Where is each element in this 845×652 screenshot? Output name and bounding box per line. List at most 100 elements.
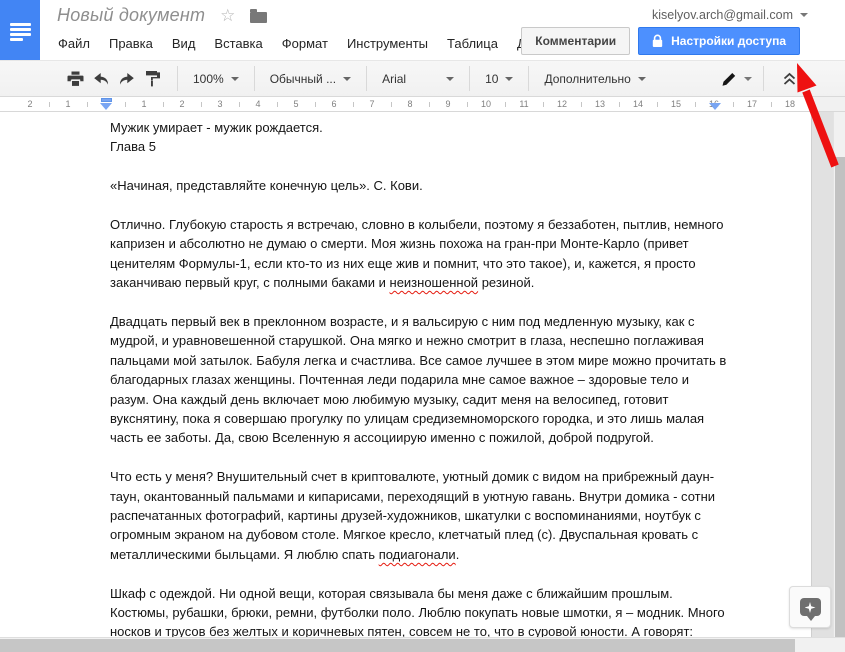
logo-line-icon xyxy=(10,38,23,41)
undo-button[interactable] xyxy=(88,67,114,91)
font-size-select[interactable]: 10 xyxy=(481,72,517,86)
ruler-tick xyxy=(87,102,88,107)
empty-line[interactable] xyxy=(110,293,730,312)
ruler-tick xyxy=(239,102,240,107)
document-page[interactable]: Мужик умирает - мужик рождается.Глава 5 «… xyxy=(0,112,812,652)
font-family-value: Arial xyxy=(382,72,406,86)
document-canvas: Мужик умирает - мужик рождается.Глава 5 «… xyxy=(0,112,845,652)
vertical-scrollbar-thumb[interactable] xyxy=(835,157,845,637)
menu-item-2[interactable]: Правка xyxy=(109,36,153,51)
misspelled-word[interactable]: подиагонали xyxy=(379,547,456,562)
horizontal-scrollbar[interactable] xyxy=(0,637,845,652)
menu-item-4[interactable]: Вставка xyxy=(214,36,262,51)
toolbar: 100% Обычный ... Arial 10 Дополнительно xyxy=(0,60,845,97)
ruler-number: 2 xyxy=(27,99,32,109)
menu-item-5[interactable]: Формат xyxy=(282,36,328,51)
undo-icon xyxy=(92,72,110,86)
ruler-tick xyxy=(543,102,544,107)
document-text[interactable]: Мужик умирает - мужик рождается.Глава 5 «… xyxy=(110,118,730,652)
ruler-tick xyxy=(695,102,696,107)
menu-item-1[interactable]: Файл xyxy=(58,36,90,51)
account-menu[interactable]: kiselyov.arch@gmail.com xyxy=(652,8,808,22)
chevron-down-icon xyxy=(446,77,454,81)
ruler-number: 11 xyxy=(519,99,528,109)
star-icon[interactable]: ☆ xyxy=(220,7,235,24)
paragraph-style-select[interactable]: Обычный ... xyxy=(266,72,355,86)
ruler-number: 6 xyxy=(331,99,336,109)
zoom-value: 100% xyxy=(193,72,224,86)
menu-item-3[interactable]: Вид xyxy=(172,36,196,51)
empty-line[interactable] xyxy=(110,157,730,176)
four-point-star-icon xyxy=(805,602,816,613)
ruler-number: 10 xyxy=(481,99,491,109)
paragraph[interactable]: «Начиная, представляйте конечную цель». … xyxy=(110,176,730,195)
print-icon xyxy=(67,71,84,87)
menu-item-7[interactable]: Таблица xyxy=(447,36,498,51)
ruler-number: 2 xyxy=(179,99,184,109)
empty-line[interactable] xyxy=(110,196,730,215)
ruler-number: 14 xyxy=(633,99,643,109)
misspelled-word[interactable]: неизношенной xyxy=(390,275,479,290)
ruler-number: 1 xyxy=(141,99,146,109)
empty-line[interactable] xyxy=(110,448,730,467)
paragraph[interactable]: Глава 5 xyxy=(110,137,730,156)
toolbar-separator xyxy=(366,66,367,91)
redo-button[interactable] xyxy=(114,67,140,91)
ruler-tick xyxy=(619,102,620,107)
lock-icon xyxy=(652,34,663,48)
ruler-tick xyxy=(49,102,50,107)
left-indent-marker[interactable] xyxy=(100,103,112,110)
ruler-tick xyxy=(391,102,392,107)
more-options-label: Дополнительно xyxy=(544,72,630,86)
more-options-dropdown[interactable]: Дополнительно xyxy=(540,72,649,86)
font-size-value: 10 xyxy=(485,72,498,86)
ruler-number: 17 xyxy=(747,99,757,109)
paragraph[interactable]: Что есть у меня? Внушительный счет в кри… xyxy=(110,467,730,564)
explore-button[interactable] xyxy=(789,586,831,628)
right-indent-marker[interactable] xyxy=(709,103,721,110)
ruler-tick xyxy=(467,102,468,107)
paragraph[interactable]: Мужик умирает - мужик рождается. xyxy=(110,118,730,137)
font-family-select[interactable]: Arial xyxy=(378,72,458,86)
chevron-down-icon xyxy=(638,77,646,81)
logo-line-icon xyxy=(10,33,31,36)
paragraph[interactable]: Отлично. Глубокую старость я встречаю, с… xyxy=(110,215,730,293)
horizontal-scrollbar-thumb[interactable] xyxy=(0,639,795,652)
empty-line[interactable] xyxy=(110,564,730,583)
share-button[interactable]: Настройки доступа xyxy=(638,27,800,55)
paragraph-style-value: Обычный ... xyxy=(270,72,336,86)
google-docs-window: { "header": { "title": "Новый документ",… xyxy=(0,0,845,652)
chevron-down-icon xyxy=(343,77,351,81)
paint-format-button[interactable] xyxy=(140,67,166,91)
ruler-number: 8 xyxy=(407,99,412,109)
print-button[interactable] xyxy=(62,67,88,91)
editing-mode-button[interactable] xyxy=(721,71,752,87)
ruler-number: 13 xyxy=(595,99,605,109)
first-line-indent-marker[interactable] xyxy=(101,98,112,102)
collapse-toolbar-button[interactable] xyxy=(775,66,803,92)
vertical-scrollbar[interactable] xyxy=(833,112,845,638)
menu-item-6[interactable]: Инструменты xyxy=(347,36,428,51)
chevron-down-icon xyxy=(505,77,513,81)
paragraph[interactable]: Двадцать первый век в преклонном возраст… xyxy=(110,312,730,448)
logo-line-icon xyxy=(10,23,31,26)
zoom-select[interactable]: 100% xyxy=(189,72,243,86)
redo-icon xyxy=(118,72,136,86)
docs-home-logo[interactable] xyxy=(0,0,40,60)
ruler-number: 18 xyxy=(785,99,795,109)
share-button-label: Настройки доступа xyxy=(671,34,786,48)
ruler-tick xyxy=(505,102,506,107)
toolbar-separator xyxy=(177,66,178,91)
ruler-number: 1 xyxy=(65,99,70,109)
ruler-number: 3 xyxy=(217,99,222,109)
logo-line-icon xyxy=(10,28,31,31)
ruler-tick xyxy=(353,102,354,107)
ruler-number: 9 xyxy=(445,99,450,109)
header-buttons: Комментарии Настройки доступа xyxy=(521,27,800,55)
folder-icon[interactable] xyxy=(250,12,267,23)
comments-button[interactable]: Комментарии xyxy=(521,27,630,55)
ruler-tick xyxy=(277,102,278,107)
ruler: 21123456789101112131415161718 xyxy=(0,97,845,112)
document-title[interactable]: Новый документ xyxy=(57,5,205,26)
collapse-toolbar-icon xyxy=(782,72,797,86)
